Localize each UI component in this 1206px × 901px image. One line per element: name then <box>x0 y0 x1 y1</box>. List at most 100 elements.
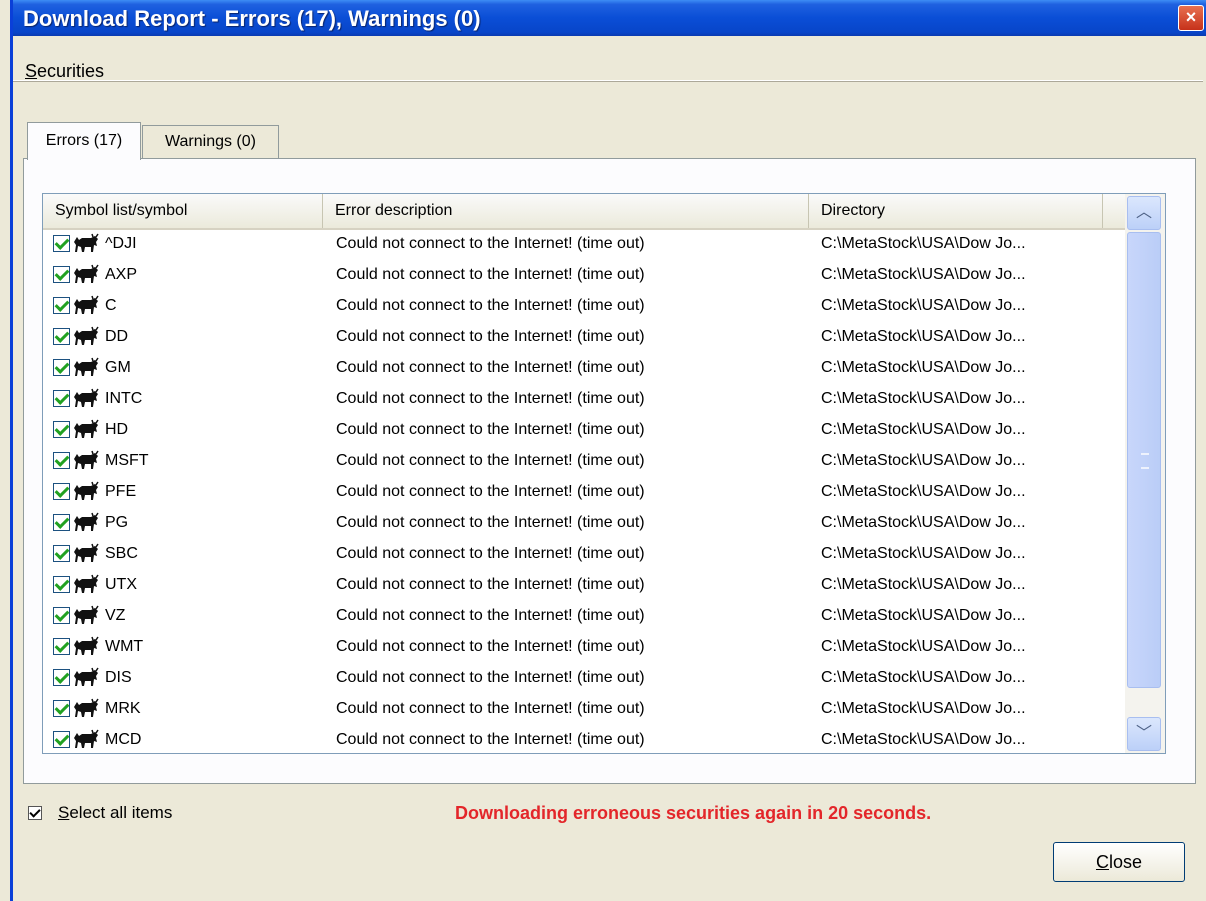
row-error: Could not connect to the Internet! (time… <box>336 607 645 624</box>
row-error: Could not connect to the Internet! (time… <box>336 359 645 376</box>
table-row[interactable]: PG Could not connect to the Internet! (ti… <box>43 507 1125 538</box>
menu-securities-mnemonic: S <box>25 61 38 81</box>
row-symbol: DD <box>105 328 129 345</box>
row-checkbox[interactable] <box>53 545 70 562</box>
row-symbol: PG <box>105 514 129 531</box>
row-symbol: SBC <box>105 545 138 562</box>
window-close-button[interactable]: × <box>1178 5 1204 31</box>
row-checkbox[interactable] <box>53 731 70 748</box>
tab-warnings[interactable]: Warnings (0) <box>142 125 279 158</box>
vertical-scrollbar[interactable]: ︿ ﹀ <box>1125 194 1165 753</box>
row-directory: C:\MetaStock\USA\Dow Jo... <box>821 359 1026 376</box>
row-directory: C:\MetaStock\USA\Dow Jo... <box>821 576 1026 593</box>
row-checkbox[interactable] <box>53 700 70 717</box>
row-checkbox[interactable] <box>53 328 70 345</box>
row-error: Could not connect to the Internet! (time… <box>336 638 645 655</box>
bull-icon <box>73 543 99 563</box>
table-row[interactable]: MCD Could not connect to the Internet! (t… <box>43 724 1125 753</box>
row-checkbox[interactable] <box>53 638 70 655</box>
table-row[interactable]: AXP Could not connect to the Internet! (t… <box>43 259 1125 290</box>
scroll-thumb[interactable] <box>1127 232 1161 688</box>
row-checkbox[interactable] <box>53 607 70 624</box>
redownload-status-message: Downloading erroneous securities again i… <box>455 803 932 823</box>
row-error: Could not connect to the Internet! (time… <box>336 328 645 345</box>
row-directory: C:\MetaStock\USA\Dow Jo... <box>821 638 1026 655</box>
column-header-symbol[interactable]: Symbol list/symbol <box>43 194 323 228</box>
bull-icon <box>73 481 99 501</box>
row-checkbox[interactable] <box>53 514 70 531</box>
row-directory: C:\MetaStock\USA\Dow Jo... <box>821 607 1026 624</box>
row-checkbox[interactable] <box>53 359 70 376</box>
row-directory: C:\MetaStock\USA\Dow Jo... <box>821 266 1026 283</box>
row-symbol: ^DJI <box>105 235 137 252</box>
row-error: Could not connect to the Internet! (time… <box>336 700 645 717</box>
bull-icon <box>73 574 99 594</box>
row-symbol: WMT <box>105 638 144 655</box>
errors-list[interactable]: Symbol list/symbol Error description Dir… <box>42 193 1166 754</box>
row-symbol: C <box>105 297 117 314</box>
row-checkbox[interactable] <box>53 576 70 593</box>
table-row[interactable]: MRK Could not connect to the Internet! (t… <box>43 693 1125 724</box>
row-checkbox[interactable] <box>53 452 70 469</box>
row-symbol: DIS <box>105 669 132 686</box>
bull-icon <box>73 729 99 749</box>
row-directory: C:\MetaStock\USA\Dow Jo... <box>821 235 1026 252</box>
row-symbol: MCD <box>105 731 142 748</box>
table-row[interactable]: C Could not connect to the Internet! (tim… <box>43 290 1125 321</box>
tab-errors[interactable]: Errors (17) <box>27 122 141 160</box>
row-error: Could not connect to the Internet! (time… <box>336 483 645 500</box>
row-symbol: MRK <box>105 700 141 717</box>
row-checkbox[interactable] <box>53 421 70 438</box>
row-directory: C:\MetaStock\USA\Dow Jo... <box>821 390 1026 407</box>
select-all-label-rest: elect all items <box>69 803 173 822</box>
table-row[interactable]: MSFT Could not connect to the Internet! (… <box>43 445 1125 476</box>
row-checkbox[interactable] <box>53 297 70 314</box>
close-button[interactable]: Close <box>1053 842 1185 882</box>
select-all-label: Select all items <box>58 803 172 823</box>
scroll-down-button[interactable]: ﹀ <box>1127 717 1161 751</box>
table-row[interactable]: GM Could not connect to the Internet! (ti… <box>43 352 1125 383</box>
row-directory: C:\MetaStock\USA\Dow Jo... <box>821 669 1026 686</box>
select-all-check-icon[interactable] <box>28 806 42 820</box>
column-header-error[interactable]: Error description <box>323 194 809 228</box>
table-row[interactable]: VZ Could not connect to the Internet! (ti… <box>43 600 1125 631</box>
row-directory: C:\MetaStock\USA\Dow Jo... <box>821 731 1026 748</box>
select-all-mnemonic: S <box>58 803 70 822</box>
row-checkbox[interactable] <box>53 235 70 252</box>
table-row[interactable]: ^DJI Could not connect to the Internet! (… <box>43 228 1125 259</box>
row-directory: C:\MetaStock\USA\Dow Jo... <box>821 452 1026 469</box>
bull-icon <box>73 419 99 439</box>
menu-securities[interactable]: Securities <box>25 61 104 82</box>
table-row[interactable]: DIS Could not connect to the Internet! (t… <box>43 662 1125 693</box>
list-rows: ^DJI Could not connect to the Internet! (… <box>43 228 1125 753</box>
chevron-down-icon: ﹀ <box>1135 725 1152 742</box>
table-row[interactable]: HD Could not connect to the Internet! (ti… <box>43 414 1125 445</box>
bull-icon <box>73 636 99 656</box>
table-row[interactable]: WMT Could not connect to the Internet! (t… <box>43 631 1125 662</box>
row-error: Could not connect to the Internet! (time… <box>336 390 645 407</box>
table-row[interactable]: DD Could not connect to the Internet! (ti… <box>43 321 1125 352</box>
row-checkbox[interactable] <box>53 483 70 500</box>
column-header-directory[interactable]: Directory <box>809 194 1103 228</box>
row-checkbox[interactable] <box>53 669 70 686</box>
table-row[interactable]: INTC Could not connect to the Internet! (… <box>43 383 1125 414</box>
title-bar[interactable]: Download Report - Errors (17), Warnings … <box>13 0 1206 36</box>
bull-icon <box>73 512 99 532</box>
grip-icon <box>1141 453 1149 469</box>
scroll-up-button[interactable]: ︿ <box>1127 196 1161 230</box>
row-checkbox[interactable] <box>53 390 70 407</box>
row-error: Could not connect to the Internet! (time… <box>336 297 645 314</box>
bull-icon <box>73 388 99 408</box>
row-error: Could not connect to the Internet! (time… <box>336 669 645 686</box>
row-checkbox[interactable] <box>53 266 70 283</box>
row-error: Could not connect to the Internet! (time… <box>336 731 645 748</box>
table-row[interactable]: UTX Could not connect to the Internet! (t… <box>43 569 1125 600</box>
table-row[interactable]: PFE Could not connect to the Internet! (t… <box>43 476 1125 507</box>
row-directory: C:\MetaStock\USA\Dow Jo... <box>821 421 1026 438</box>
table-row[interactable]: SBC Could not connect to the Internet! (t… <box>43 538 1125 569</box>
row-symbol: GM <box>105 359 131 376</box>
bull-icon <box>73 698 99 718</box>
row-error: Could not connect to the Internet! (time… <box>336 514 645 531</box>
row-symbol: PFE <box>105 483 137 500</box>
row-error: Could not connect to the Internet! (time… <box>336 545 645 562</box>
